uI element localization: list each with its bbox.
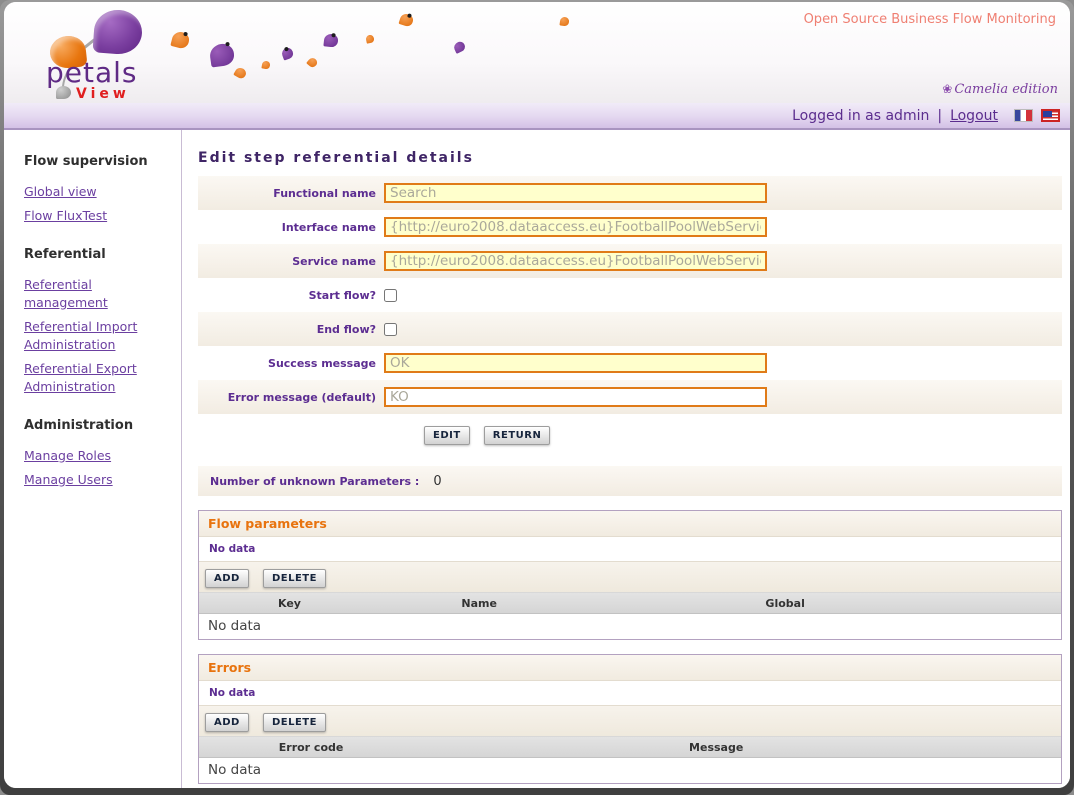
logo-sub-text: View <box>76 86 130 102</box>
page-title: Edit step referential details <box>198 150 1062 166</box>
success-message-label: Success message <box>198 357 376 370</box>
app-page: petals View Open Source Business Flow Mo… <box>4 2 1070 788</box>
petal-icon <box>559 16 569 26</box>
interface-name-input[interactable] <box>384 217 767 237</box>
form-row-service-name: Service name <box>198 244 1062 278</box>
main-content: Edit step referential details Functional… <box>182 130 1070 788</box>
sidebar-section-administration: Administration <box>24 418 171 433</box>
form-row-interface-name: Interface name <box>198 210 1062 244</box>
sidebar-item-global-view[interactable]: Global view <box>24 183 171 201</box>
errors-title: Errors <box>199 655 1061 681</box>
petal-icon <box>323 33 338 47</box>
logo-brand-text: petals <box>46 56 138 89</box>
form-row-success-message: Success message <box>198 346 1062 380</box>
form-row-end-flow: End flow? <box>198 312 1062 346</box>
sidebar-item-flow-fluxtest[interactable]: Flow FluxTest <box>24 207 171 225</box>
sidebar-item-referential-import[interactable]: Referential Import Administration <box>24 318 171 354</box>
service-name-input[interactable] <box>384 251 767 271</box>
petal-icon <box>306 56 319 69</box>
unknown-parameters-value: 0 <box>433 474 441 489</box>
errors-add-button[interactable]: ADD <box>205 713 249 732</box>
errors-no-data-note: No data <box>199 681 1061 705</box>
login-separator: | <box>937 108 942 124</box>
sidebar-item-manage-roles[interactable]: Manage Roles <box>24 447 171 465</box>
edit-button[interactable]: EDIT <box>424 426 470 445</box>
french-flag-icon[interactable] <box>1014 109 1033 122</box>
error-message-label: Error message (default) <box>198 391 376 404</box>
login-status: Logged in as admin <box>792 108 929 124</box>
flow-parameters-add-button[interactable]: ADD <box>205 569 249 588</box>
column-header-key: Key <box>199 597 380 610</box>
flow-parameters-actions: ADD DELETE <box>199 561 1061 593</box>
errors-empty-row: No data <box>199 758 1061 783</box>
petal-icon <box>365 34 374 43</box>
sidebar: Flow supervision Global view Flow FluxTe… <box>4 130 182 788</box>
app-tagline: Open Source Business Flow Monitoring <box>804 12 1056 27</box>
sidebar-section-flow-supervision: Flow supervision <box>24 154 171 169</box>
return-button[interactable]: RETURN <box>484 426 551 445</box>
unknown-parameters-row: Number of unknown Parameters : 0 <box>198 466 1062 496</box>
flow-parameters-delete-button[interactable]: DELETE <box>263 569 326 588</box>
sidebar-item-manage-users[interactable]: Manage Users <box>24 471 171 489</box>
flow-parameters-box: Flow parameters No data ADD DELETE Key N… <box>198 510 1062 640</box>
petal-icon <box>209 42 236 67</box>
end-flow-checkbox[interactable] <box>384 323 397 336</box>
column-header-global: Global <box>578 597 992 610</box>
petal-icon <box>261 60 270 69</box>
form-row-functional-name: Functional name <box>198 176 1062 210</box>
petal-icon <box>398 12 414 27</box>
login-bar: Logged in as admin | Logout <box>4 103 1070 130</box>
sidebar-item-referential-management[interactable]: Referential management <box>24 276 171 312</box>
petal-icon <box>280 46 294 60</box>
camelia-flower-icon: ❀ <box>942 82 952 96</box>
functional-name-input[interactable] <box>384 183 767 203</box>
errors-delete-button[interactable]: DELETE <box>263 713 326 732</box>
start-flow-label: Start flow? <box>198 289 376 302</box>
end-flow-label: End flow? <box>198 323 376 336</box>
interface-name-label: Interface name <box>198 221 376 234</box>
form-row-error-message: Error message (default) <box>198 380 1062 414</box>
form-row-start-flow: Start flow? <box>198 278 1062 312</box>
sidebar-item-referential-export[interactable]: Referential Export Administration <box>24 360 171 396</box>
sidebar-section-referential: Referential <box>24 247 171 262</box>
flow-parameters-no-data-note: No data <box>199 537 1061 561</box>
unknown-parameters-label: Number of unknown Parameters : <box>210 475 419 488</box>
column-header-name: Name <box>380 597 578 610</box>
petal-icon <box>452 40 466 54</box>
app-header: petals View Open Source Business Flow Mo… <box>4 2 1070 103</box>
column-header-message: Message <box>423 741 1009 754</box>
service-name-label: Service name <box>198 255 376 268</box>
errors-box: Errors No data ADD DELETE Error code Mes… <box>198 654 1062 784</box>
errors-actions: ADD DELETE <box>199 705 1061 737</box>
window-frame: petals View Open Source Business Flow Mo… <box>0 0 1074 795</box>
errors-table-header: Error code Message <box>199 737 1061 758</box>
form-actions: EDIT RETURN <box>198 414 1062 454</box>
flow-parameters-table-header: Key Name Global <box>199 593 1061 614</box>
success-message-input[interactable] <box>384 353 767 373</box>
start-flow-checkbox[interactable] <box>384 289 397 302</box>
logout-link[interactable]: Logout <box>950 108 998 124</box>
column-header-error-code: Error code <box>199 741 423 754</box>
petals-view-logo: petals View <box>34 6 174 103</box>
us-flag-icon[interactable] <box>1041 109 1060 122</box>
error-message-input[interactable] <box>384 387 767 407</box>
petal-icon <box>233 66 248 80</box>
flow-parameters-title: Flow parameters <box>199 511 1061 537</box>
edition-label: ❀Camelia edition <box>942 82 1058 97</box>
functional-name-label: Functional name <box>198 187 376 200</box>
flow-parameters-empty-row: No data <box>199 614 1061 639</box>
